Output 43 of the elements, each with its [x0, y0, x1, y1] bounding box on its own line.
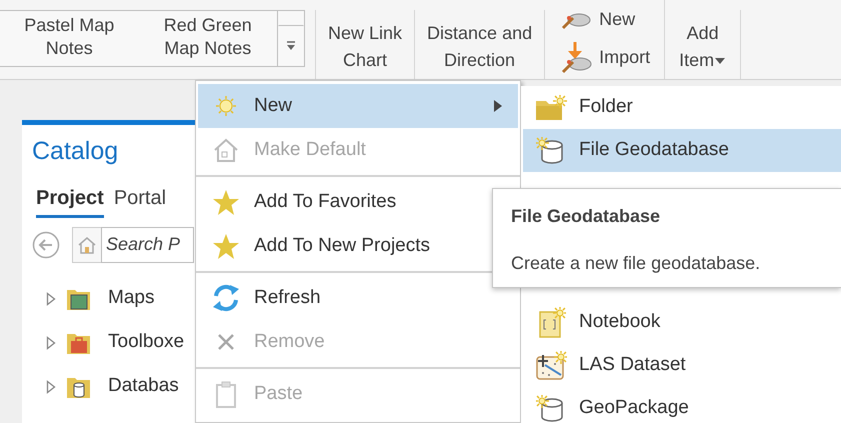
house-icon [77, 234, 97, 254]
gallery-item[interactable]: Red Green Map Notes [138, 11, 277, 66]
menu-item[interactable]: Add To New Projects [198, 224, 488, 268]
expand-icon[interactable] [46, 380, 56, 394]
menu-item[interactable]: Notebook [523, 301, 841, 344]
star-icon [212, 188, 240, 216]
database-icon [536, 136, 566, 164]
point-cloud-icon [535, 350, 567, 380]
clipboard-icon [214, 380, 238, 408]
catalog-tab[interactable]: Portal [114, 182, 166, 218]
panel-title: Catalog [31, 136, 120, 167]
more-icon [286, 41, 296, 51]
menu-item[interactable]: File Geodatabase [523, 129, 841, 172]
remove-icon [216, 332, 236, 352]
tooltip-text: Create a new file geodatabase. [511, 252, 762, 275]
search-field[interactable]: Search P [101, 226, 194, 262]
tree-item[interactable]: Maps [108, 284, 154, 313]
tree-item[interactable]: Toolboxe [108, 328, 184, 357]
ribbon-button[interactable]: New Link Chart [316, 10, 416, 79]
menu-item[interactable]: GeoPackage [523, 387, 841, 423]
tree-item[interactable]: Databas [108, 372, 179, 401]
add-item-button[interactable]: Add Item [665, 10, 742, 79]
ribbon-button[interactable]: New [559, 0, 650, 38]
ribbon-button[interactable]: Import [559, 38, 650, 76]
menu-item[interactable]: Refresh [198, 276, 488, 320]
refresh-icon [211, 283, 241, 313]
home-button[interactable] [72, 226, 102, 262]
expand-icon[interactable] [46, 292, 56, 306]
menu-item[interactable]: Add To Favorites [198, 180, 488, 224]
menu-item[interactable]: LAS Dataset [523, 344, 841, 387]
folder-icon [535, 94, 567, 120]
menu-item[interactable]: Folder [523, 86, 841, 129]
star-icon [212, 232, 240, 260]
tooltip-title: File Geodatabase [511, 205, 662, 228]
back-icon [32, 230, 60, 258]
house-icon [212, 137, 240, 163]
catalog-tab[interactable]: Project [36, 182, 104, 218]
gallery-item[interactable]: Pastel Map Notes [0, 11, 138, 66]
ribbon-button[interactable]: Distance and Direction [415, 10, 546, 79]
import-icon [559, 40, 594, 74]
caret-icon [714, 56, 726, 65]
expand-icon[interactable] [46, 336, 56, 350]
menu-item[interactable]: New [198, 84, 518, 128]
